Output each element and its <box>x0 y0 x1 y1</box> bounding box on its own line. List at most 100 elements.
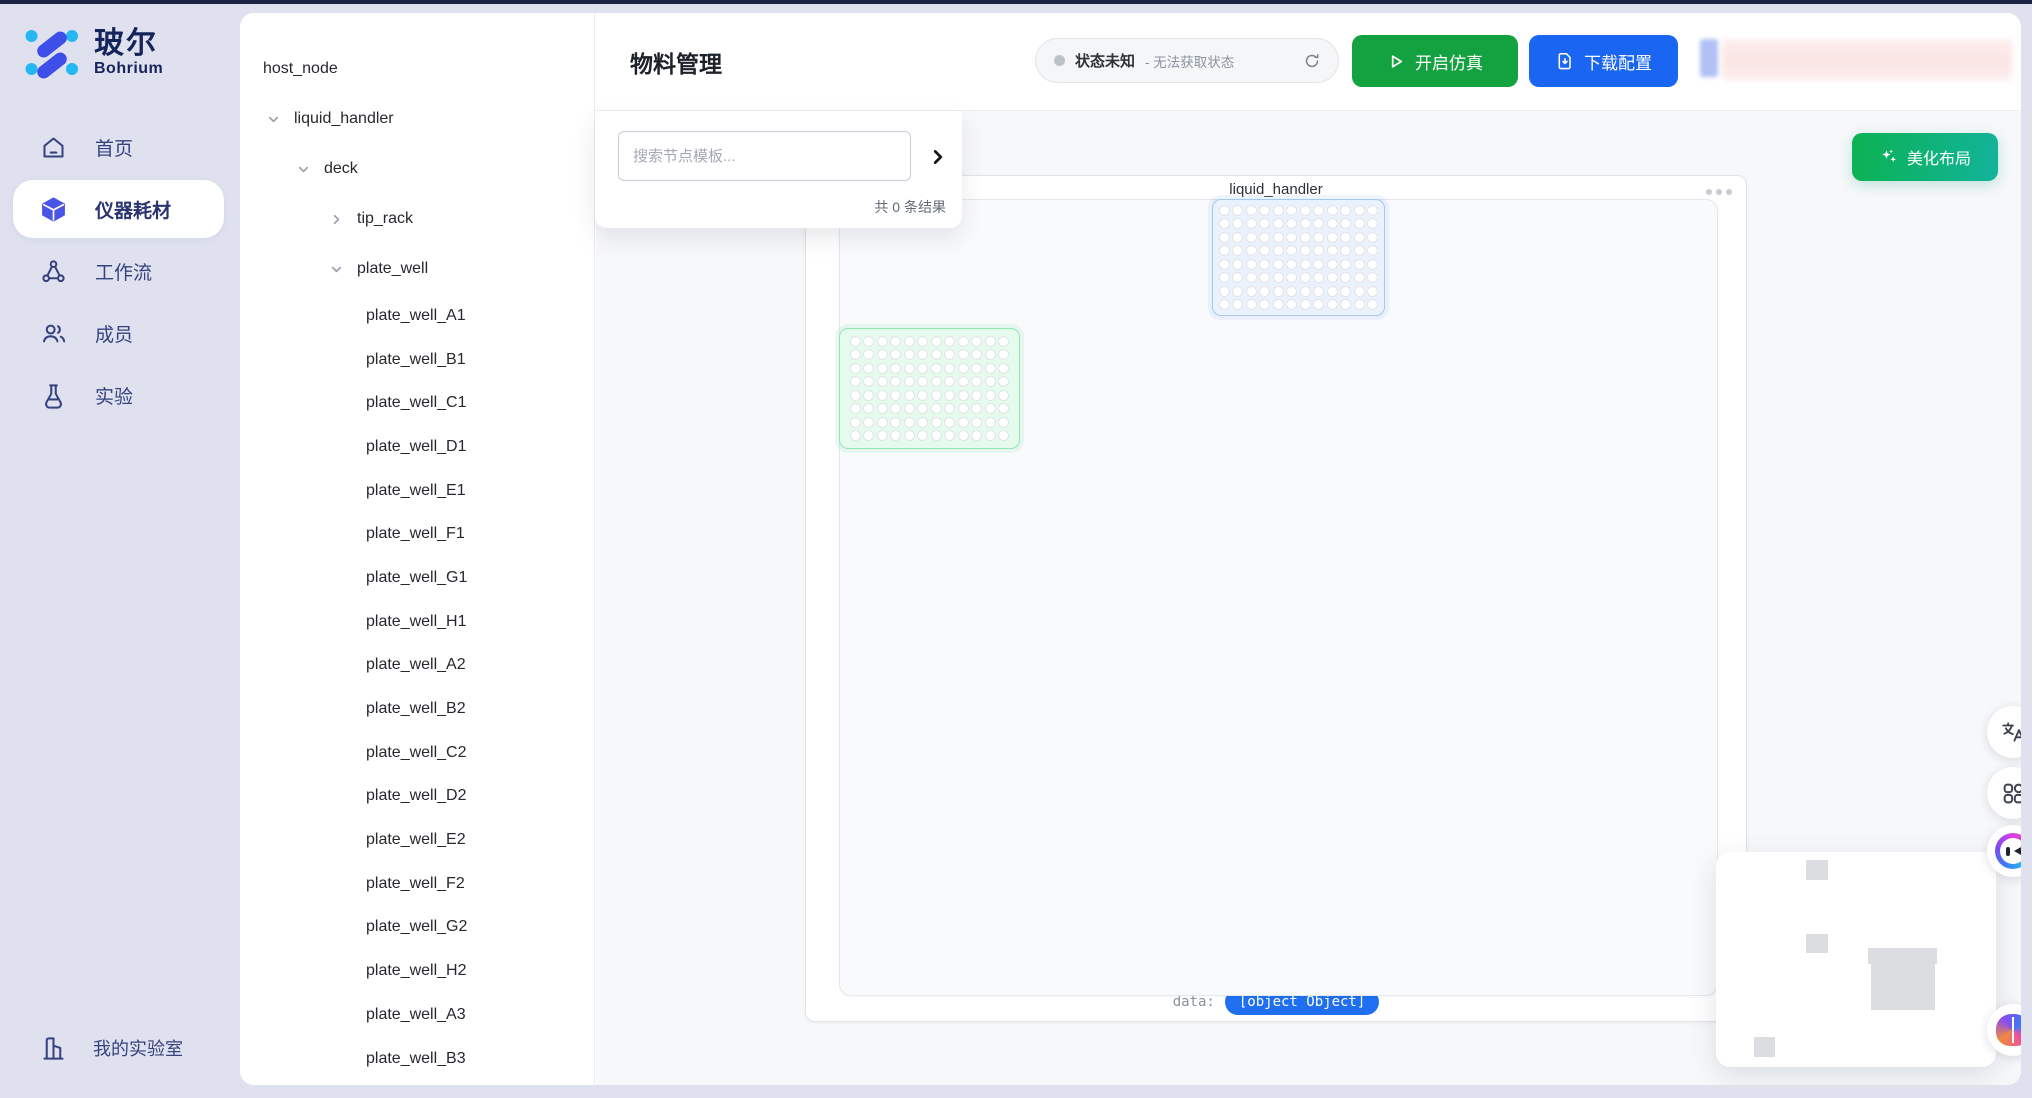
beautify-layout-button[interactable]: 美化布局 <box>1852 133 1998 181</box>
well <box>1246 272 1257 283</box>
tree-node-plate_well_B3[interactable]: plate_well_B3 <box>240 1037 594 1081</box>
redacted-chip <box>1700 39 1718 77</box>
well <box>985 417 996 428</box>
well <box>971 417 982 428</box>
tree-node-plate_well_C2[interactable]: plate_well_C2 <box>240 731 594 775</box>
sidebar-item-label: 成员 <box>95 320 133 347</box>
search-input[interactable] <box>618 131 911 181</box>
node-menu-dots[interactable] <box>1706 189 1732 195</box>
chevron-down-icon[interactable] <box>296 162 311 177</box>
minimap[interactable] <box>1716 852 1996 1067</box>
well <box>944 336 955 347</box>
tree-node-deck[interactable]: deck <box>240 144 594 194</box>
sidebar-item-home[interactable]: 首页 <box>13 118 224 176</box>
sidebar-item-instruments[interactable]: 仪器耗材 <box>13 180 224 238</box>
well <box>1340 218 1351 229</box>
well <box>1367 218 1378 229</box>
tree-node-host_node[interactable]: host_node <box>240 44 594 94</box>
chevron-down-icon[interactable] <box>329 262 344 277</box>
search-submit-button[interactable] <box>925 144 951 170</box>
tree-node-liquid_handler[interactable]: liquid_handler <box>240 94 594 144</box>
chevron-down-icon[interactable] <box>266 112 281 127</box>
well <box>1219 218 1230 229</box>
well <box>863 390 874 401</box>
download-config-button[interactable]: 下载配置 <box>1529 35 1678 87</box>
sidebar-item-experiments[interactable]: 实验 <box>13 366 224 424</box>
well <box>958 417 969 428</box>
well <box>904 390 915 401</box>
tree-node-plate_well_B2[interactable]: plate_well_B2 <box>240 687 594 731</box>
redacted-user-info <box>1700 39 2012 81</box>
well <box>985 430 996 441</box>
start-simulation-button[interactable]: 开启仿真 <box>1352 35 1518 87</box>
well <box>944 363 955 374</box>
tree-node-tip_rack[interactable]: tip_rack <box>240 194 594 244</box>
tree-node-plate_well_D2[interactable]: plate_well_D2 <box>240 775 594 819</box>
well <box>890 336 901 347</box>
liquid-handler-node[interactable]: liquid_handler data: [object Object] <box>805 175 1747 1022</box>
tree-node-plate_well_A2[interactable]: plate_well_A2 <box>240 644 594 688</box>
well <box>1232 286 1243 297</box>
tree-node-plate_well[interactable]: plate_well <box>240 244 594 294</box>
well <box>1327 232 1338 243</box>
well <box>1354 286 1365 297</box>
well <box>1259 218 1270 229</box>
well <box>1232 218 1243 229</box>
well <box>1367 272 1378 283</box>
well <box>1259 245 1270 256</box>
plate-96-blue-node[interactable] <box>1212 199 1385 316</box>
tree-node-plate_well_A1[interactable]: plate_well_A1 <box>240 294 594 338</box>
well <box>985 390 996 401</box>
well <box>1340 286 1351 297</box>
plate-96-green-node[interactable] <box>839 328 1020 449</box>
well <box>890 363 901 374</box>
tree-node-plate_well_C1[interactable]: plate_well_C1 <box>240 381 594 425</box>
well <box>863 417 874 428</box>
well <box>1300 205 1311 216</box>
minimap-node-block <box>1868 948 1937 964</box>
well <box>1286 205 1297 216</box>
tree-node-label: plate_well <box>357 260 428 278</box>
chevron-right-icon[interactable] <box>329 212 344 227</box>
tree-node-plate_well_G1[interactable]: plate_well_G1 <box>240 556 594 600</box>
sidebar-item-label: 实验 <box>95 382 133 409</box>
status-badge[interactable]: 状态未知 - 无法获取状态 <box>1035 38 1339 83</box>
logo-text: 玻尔 Bohrium <box>94 28 163 78</box>
tree-node-plate_well_G2[interactable]: plate_well_G2 <box>240 906 594 950</box>
tree-node-plate_well_B1[interactable]: plate_well_B1 <box>240 338 594 382</box>
main-card: host_node liquid_handlerdecktip_rackplate… <box>240 13 2021 1085</box>
tree-node-plate_well_A3[interactable]: plate_well_A3 <box>240 993 594 1037</box>
well <box>1219 259 1230 270</box>
well <box>958 336 969 347</box>
well <box>904 430 915 441</box>
refresh-icon[interactable] <box>1304 53 1320 69</box>
well <box>1367 245 1378 256</box>
well <box>917 417 928 428</box>
well <box>1327 259 1338 270</box>
bohrium-logo[interactable]: 玻尔 Bohrium <box>23 26 163 80</box>
tree-node-plate_well_F2[interactable]: plate_well_F2 <box>240 862 594 906</box>
sidebar-item-members[interactable]: 成员 <box>13 304 224 362</box>
well <box>1219 286 1230 297</box>
sidebar-item-workflow[interactable]: 工作流 <box>13 242 224 300</box>
tree-node-plate_well_H1[interactable]: plate_well_H1 <box>240 600 594 644</box>
deck-node[interactable] <box>839 199 1718 996</box>
tree-node-plate_well_E2[interactable]: plate_well_E2 <box>240 818 594 862</box>
well <box>1300 245 1311 256</box>
tree-node-plate_well_E1[interactable]: plate_well_E1 <box>240 469 594 513</box>
well <box>958 430 969 441</box>
node-tree-panel: host_node liquid_handlerdecktip_rackplate… <box>240 13 595 1085</box>
well <box>1313 272 1324 283</box>
well <box>985 403 996 414</box>
tree-node-label: liquid_handler <box>294 110 394 128</box>
tree-node-plate_well_H2[interactable]: plate_well_H2 <box>240 949 594 993</box>
sidebar-item-my-lab[interactable]: 我的实验室 <box>13 1022 224 1074</box>
well <box>985 363 996 374</box>
well <box>1327 286 1338 297</box>
tree-node-plate_well_D1[interactable]: plate_well_D1 <box>240 425 594 469</box>
well <box>1340 259 1351 270</box>
well <box>1246 299 1257 310</box>
node-data-label: data: <box>1173 994 1215 1010</box>
tree-node-plate_well_F1[interactable]: plate_well_F1 <box>240 512 594 556</box>
well <box>1273 259 1284 270</box>
